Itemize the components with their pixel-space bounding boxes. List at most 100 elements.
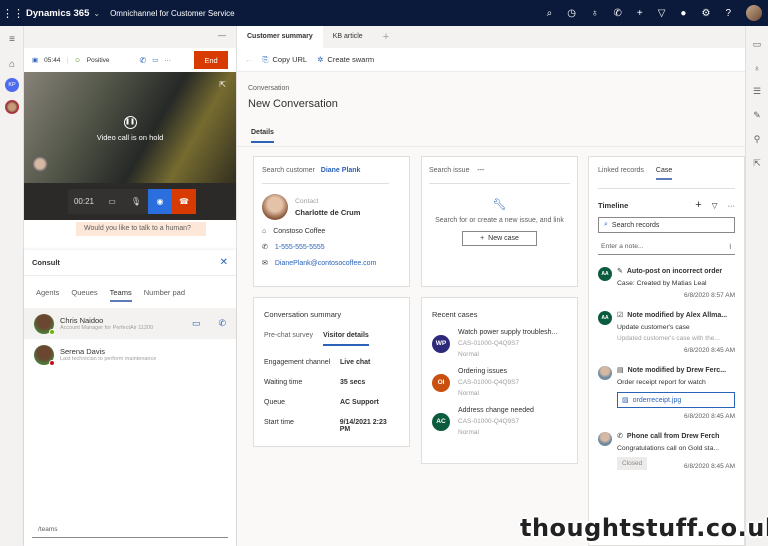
- case-item[interactable]: AC Address change needed CAS-01000-Q4Q9S7 N…: [432, 407, 567, 436]
- plus-icon[interactable]: +: [637, 8, 643, 19]
- back-icon[interactable]: ←: [245, 55, 253, 64]
- home-icon[interactable]: ⌂: [0, 59, 24, 70]
- case-item[interactable]: WP Watch power supply troublesh... CAS-010…: [432, 329, 567, 358]
- note-input[interactable]: Enter a note... ⌇: [598, 239, 735, 255]
- popout-icon[interactable]: ⇱: [219, 80, 226, 89]
- more-icon[interactable]: ···: [728, 201, 736, 210]
- tab-agents[interactable]: Agents: [36, 288, 59, 297]
- customer-lookup[interactable]: Diane Plank: [321, 167, 361, 174]
- field-value: Live chat: [340, 359, 371, 366]
- phone-icon[interactable]: ✆: [218, 318, 226, 329]
- timeline-item[interactable]: AA ☑ Note modified by Alex Allma... Update …: [598, 311, 735, 354]
- issue-hint: Search for or create a new issue, and li…: [435, 217, 564, 224]
- field-label: Queue: [264, 399, 286, 406]
- attachment-link[interactable]: ▨ orderreceipt.jpg: [617, 392, 735, 408]
- search-icon[interactable]: ⌕: [547, 8, 553, 19]
- avatar: [598, 366, 612, 380]
- chat-icon[interactable]: ▭: [192, 318, 201, 329]
- hold-button[interactable]: ◉: [148, 189, 172, 214]
- help-icon[interactable]: ?: [725, 8, 731, 19]
- timeline-subtitle: Congratulations call on Gold sta...: [617, 445, 720, 452]
- filter-icon[interactable]: ▽: [658, 8, 666, 19]
- new-case-button[interactable]: + New case: [462, 231, 537, 246]
- timeline-item[interactable]: ✆ Phone call from Drew Ferch Congratulatio…: [598, 432, 735, 470]
- timer: 05:44: [44, 56, 61, 64]
- list-icon[interactable]: ☰: [746, 86, 768, 97]
- case-item[interactable]: OI Ordering issues CAS-01000-Q4Q9S7 Normal: [432, 368, 567, 397]
- sentiment: Positive: [86, 56, 110, 64]
- settings-icon[interactable]: ⚙: [701, 8, 710, 19]
- tab-case[interactable]: Case: [655, 167, 673, 180]
- tab-queues[interactable]: Queues: [71, 288, 97, 297]
- productivity-icon[interactable]: ▭: [746, 39, 768, 50]
- hang-up-button[interactable]: ☎: [172, 189, 196, 214]
- app-name[interactable]: Dynamics 365: [26, 8, 89, 19]
- consult-title: Consult: [32, 258, 60, 267]
- tab-customer-summary[interactable]: Customer summary: [237, 26, 323, 48]
- camera-icon[interactable]: ▭: [100, 189, 124, 214]
- field-value: AC Support: [340, 399, 379, 406]
- tab-visitor-details[interactable]: Visitor details: [323, 332, 369, 346]
- mic-icon[interactable]: 🎙: [124, 189, 148, 214]
- issue-card: Search issue --- 🔧︎ Search for or create…: [421, 156, 578, 287]
- timeline-type-icon: ✆: [617, 433, 623, 440]
- timeline-title: Note modified by Alex Allma...: [627, 312, 728, 319]
- building-icon: ⌂: [262, 228, 267, 235]
- lightbulb-icon[interactable]: ♁: [591, 8, 599, 19]
- plus-icon[interactable]: +: [695, 199, 701, 211]
- timeline-item[interactable]: AA ✎ Auto-post on incorrect order Case: Cre…: [598, 267, 735, 299]
- email-link[interactable]: DianePlank@contosocoffee.com: [275, 260, 377, 267]
- popout-icon[interactable]: ⇱: [746, 158, 768, 169]
- create-swarm-button[interactable]: Create swarm: [327, 55, 374, 64]
- session-avatar[interactable]: [0, 100, 24, 117]
- list-item[interactable]: Chris Naidoo Account Manager for PerfectA…: [24, 308, 236, 339]
- more-icon[interactable]: ···: [164, 57, 171, 64]
- field-label: Start time: [264, 419, 294, 426]
- app-launcher-icon[interactable]: ⋮⋮: [0, 7, 26, 20]
- phone-icon[interactable]: ✆: [140, 56, 147, 65]
- person-subtitle: Account Manager for PerfectAir 11200: [60, 325, 154, 331]
- mail-icon: ✉: [262, 260, 268, 267]
- chevron-down-icon[interactable]: ⌄: [93, 9, 100, 18]
- tab-kb-article[interactable]: KB article: [323, 26, 373, 48]
- add-tab-icon[interactable]: +: [373, 26, 399, 48]
- timeline-date: 6/8/2020 8:57 AM: [684, 292, 735, 299]
- list-item[interactable]: Serena Davis Last technician to perform m…: [24, 339, 236, 370]
- case-avatar: AC: [432, 412, 450, 431]
- tab-pre-chat-survey[interactable]: Pre-chat survey: [264, 332, 313, 346]
- end-button[interactable]: End: [194, 51, 228, 69]
- tab-teams[interactable]: Teams: [109, 288, 132, 302]
- filter-icon[interactable]: ▽: [712, 201, 718, 210]
- avatar: AA: [598, 311, 612, 325]
- timeline-detail: Updated customer's case with the...: [617, 335, 720, 342]
- file-name: orderreceipt.jpg: [632, 396, 682, 404]
- user-avatar[interactable]: [746, 5, 762, 21]
- task-icon[interactable]: ◷: [567, 8, 576, 19]
- menu-icon[interactable]: ≡: [0, 34, 24, 45]
- minimize-icon[interactable]: —: [218, 31, 226, 40]
- search-records-input[interactable]: ⌕ Search records: [598, 217, 735, 233]
- attachment-icon[interactable]: ⌇: [729, 243, 732, 251]
- phone-link[interactable]: 1-555-555-5555: [275, 244, 325, 251]
- swarm-icon: ✲: [317, 55, 324, 64]
- lightbulb-icon[interactable]: ♁: [746, 63, 768, 73]
- timeline-item[interactable]: ▤ Note modified by Drew Ferc... Order rece…: [598, 366, 735, 420]
- link-icon[interactable]: ⚲: [746, 134, 768, 145]
- phone-icon: ✆: [262, 244, 268, 251]
- wrench-icon[interactable]: ✎: [746, 110, 768, 121]
- session-kp[interactable]: KP: [0, 78, 24, 92]
- copy-url-button[interactable]: Copy URL: [273, 55, 308, 64]
- consult-pane: Consult ✕ Agents Queues Teams Number pad …: [24, 250, 236, 546]
- tab-details[interactable]: Details: [251, 129, 274, 143]
- case-id: CAS-01000-Q4Q9S7: [458, 418, 520, 425]
- status-icon[interactable]: ●: [680, 8, 686, 19]
- consult-search-input[interactable]: /teams: [32, 522, 228, 538]
- tab-linked-records[interactable]: Linked records: [598, 167, 644, 180]
- issue-lookup[interactable]: ---: [477, 167, 484, 174]
- search-icon: ⌕: [604, 221, 608, 228]
- close-icon[interactable]: ✕: [220, 257, 228, 268]
- phone-icon[interactable]: ✆: [613, 8, 621, 19]
- video-icon[interactable]: ▭: [152, 56, 158, 64]
- tab-number-pad[interactable]: Number pad: [144, 288, 185, 297]
- contact-name[interactable]: Charlotte de Crum: [295, 208, 360, 217]
